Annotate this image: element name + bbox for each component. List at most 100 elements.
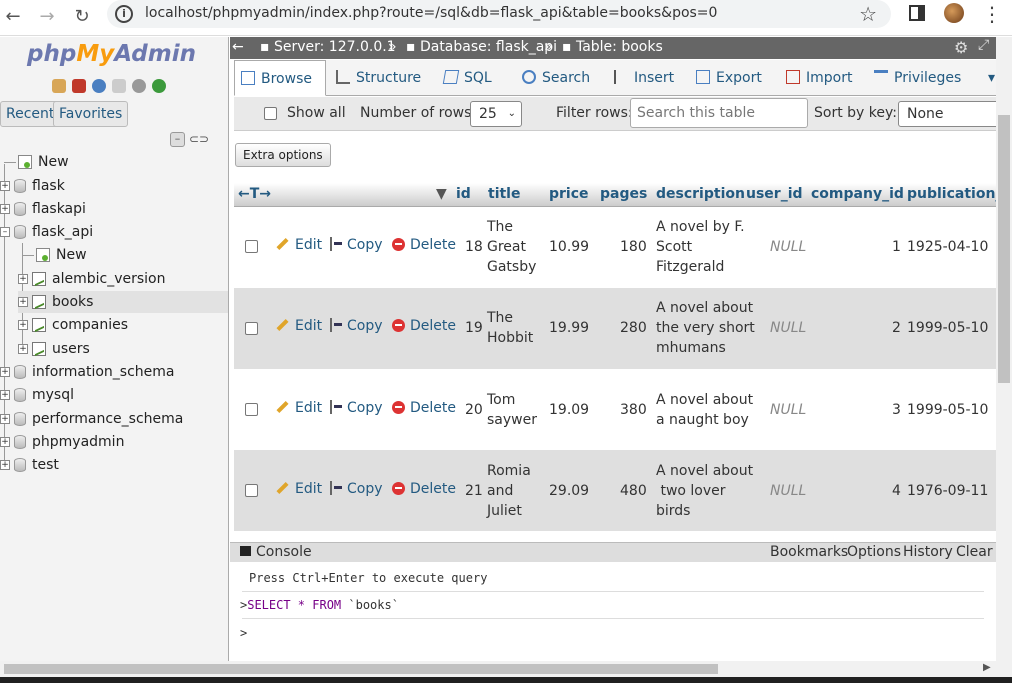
column-header-publication-date[interactable]: publication_da: [907, 186, 996, 202]
maximize-icon[interactable]: ⤢: [978, 37, 989, 53]
tree-item-information-schema[interactable]: + information_schema: [0, 361, 175, 383]
sort-dropdown-icon[interactable]: ▼: [436, 186, 447, 202]
settings-icon[interactable]: [132, 79, 146, 93]
expand-icon[interactable]: +: [0, 367, 10, 377]
column-header-company-id[interactable]: company_id: [811, 186, 904, 202]
tree-item-new-db[interactable]: New: [4, 151, 69, 173]
expand-icon[interactable]: +: [18, 297, 28, 307]
expand-icon[interactable]: +: [18, 274, 28, 284]
expand-icon[interactable]: +: [18, 320, 28, 330]
tree-item-flask-api[interactable]: – flask_api: [0, 221, 93, 243]
filter-rows-input[interactable]: Search this table: [630, 98, 808, 128]
reload-nav-icon[interactable]: [152, 79, 166, 93]
gear-icon[interactable]: ⚙: [954, 38, 968, 57]
row-checkbox[interactable]: [245, 322, 258, 335]
forward-button[interactable]: →: [34, 4, 60, 30]
tab-search[interactable]: Search: [516, 60, 590, 96]
profile-avatar[interactable]: [944, 3, 964, 23]
help-icon[interactable]: [92, 79, 106, 93]
scroll-right-icon[interactable]: ▶: [983, 662, 991, 673]
copy-button[interactable]: Copy: [330, 481, 383, 497]
tree-item-companies[interactable]: + companies: [18, 314, 128, 336]
column-header-pages[interactable]: pages: [600, 186, 647, 202]
logout-icon[interactable]: [72, 79, 86, 93]
tab-sql[interactable]: SQL: [438, 60, 492, 96]
edit-button[interactable]: Edit: [276, 400, 322, 416]
delete-button[interactable]: Delete: [392, 237, 456, 253]
tree-item-books[interactable]: + books: [18, 291, 228, 313]
column-header-description[interactable]: description: [656, 186, 745, 202]
sort-key-select[interactable]: None: [898, 101, 996, 127]
row-checkbox[interactable]: [245, 484, 258, 497]
console-clear[interactable]: Clear: [956, 544, 993, 560]
collapse-all-icon[interactable]: –: [170, 132, 185, 147]
tree-item-performance-schema[interactable]: + performance_schema: [0, 408, 183, 430]
phpmyadmin-logo[interactable]: phpMyAdmin: [27, 41, 196, 67]
browser-menu-icon[interactable]: ⋮: [982, 2, 1002, 26]
copy-button[interactable]: Copy: [330, 400, 383, 416]
vertical-scroll-thumb[interactable]: [998, 115, 1010, 383]
console-toggle[interactable]: Console: [240, 544, 312, 560]
edit-button[interactable]: Edit: [276, 237, 322, 253]
tabs-more-dropdown[interactable]: ▾: [982, 60, 995, 96]
row-checkbox[interactable]: [245, 403, 258, 416]
favorites-tab[interactable]: Favorites: [53, 101, 129, 127]
tab-export[interactable]: Export: [690, 60, 762, 96]
console-history[interactable]: History: [903, 544, 953, 560]
horizontal-scrollbar[interactable]: ▶: [0, 661, 1012, 677]
delete-button[interactable]: Delete: [392, 318, 456, 334]
address-bar[interactable]: i localhost/phpmyadmin/index.php?route=/…: [107, 0, 891, 28]
expand-icon[interactable]: +: [0, 437, 10, 447]
reload-button[interactable]: ↻: [69, 4, 95, 30]
breadcrumb-server[interactable]: ▪ Server: 127.0.0.1: [260, 39, 396, 55]
tree-item-new-table[interactable]: New: [22, 244, 87, 266]
tree-item-mysql[interactable]: + mysql: [0, 384, 74, 406]
tab-structure[interactable]: Structure: [330, 60, 421, 96]
docs-icon[interactable]: [112, 79, 126, 93]
recent-tab[interactable]: Recent: [0, 101, 61, 127]
back-nav-icon[interactable]: ←: [232, 39, 244, 55]
column-header-price[interactable]: price: [549, 186, 589, 202]
column-header-user-id[interactable]: user_id: [746, 186, 803, 202]
back-button[interactable]: ←: [0, 4, 26, 30]
expand-icon[interactable]: +: [0, 181, 10, 191]
show-all-checkbox[interactable]: [264, 107, 277, 120]
rows-select[interactable]: 25 ⌄: [470, 101, 522, 127]
bookmark-star-icon[interactable]: ☆: [859, 2, 877, 26]
home-icon[interactable]: [52, 79, 66, 93]
expand-icon[interactable]: +: [0, 390, 10, 400]
tab-privileges[interactable]: Privileges: [868, 60, 961, 96]
edit-button[interactable]: Edit: [276, 318, 322, 334]
tab-insert[interactable]: Insert: [608, 60, 674, 96]
tree-item-users[interactable]: + users: [18, 338, 90, 360]
console-input[interactable]: >: [240, 626, 247, 640]
site-info-icon[interactable]: i: [115, 5, 133, 23]
vertical-scrollbar[interactable]: [996, 37, 1012, 661]
expand-icon[interactable]: +: [0, 414, 10, 424]
breadcrumb-database[interactable]: ▪ Database: flask_api: [406, 39, 557, 55]
extra-options-button[interactable]: Extra options: [235, 143, 331, 167]
edit-button[interactable]: Edit: [276, 481, 322, 497]
delete-button[interactable]: Delete: [392, 481, 456, 497]
tree-item-alembic-version[interactable]: + alembic_version: [18, 268, 165, 290]
column-header-title[interactable]: title: [488, 186, 520, 202]
expand-icon[interactable]: +: [0, 460, 10, 470]
column-resize-icon[interactable]: ←T→: [238, 186, 271, 202]
console-query[interactable]: >SELECT * FROM `books`: [240, 598, 399, 612]
link-with-main-icon[interactable]: ⊂⊃: [189, 132, 209, 147]
console-bookmarks[interactable]: Bookmarks: [770, 544, 848, 560]
expand-icon[interactable]: +: [0, 204, 10, 214]
delete-button[interactable]: Delete: [392, 400, 456, 416]
tree-item-test[interactable]: + test: [0, 454, 59, 476]
expand-icon[interactable]: +: [18, 344, 28, 354]
console-options[interactable]: Options: [847, 544, 901, 560]
horizontal-scroll-thumb[interactable]: [4, 664, 718, 674]
tab-import[interactable]: Import: [780, 60, 852, 96]
tab-browse[interactable]: Browse: [234, 60, 326, 96]
collapse-icon[interactable]: –: [0, 227, 10, 237]
copy-button[interactable]: Copy: [330, 237, 383, 253]
tree-item-flaskapi[interactable]: + flaskapi: [0, 198, 86, 220]
tree-item-phpmyadmin[interactable]: + phpmyadmin: [0, 431, 124, 453]
tree-item-flask[interactable]: + flask: [0, 175, 65, 197]
side-panel-icon[interactable]: [909, 5, 925, 21]
